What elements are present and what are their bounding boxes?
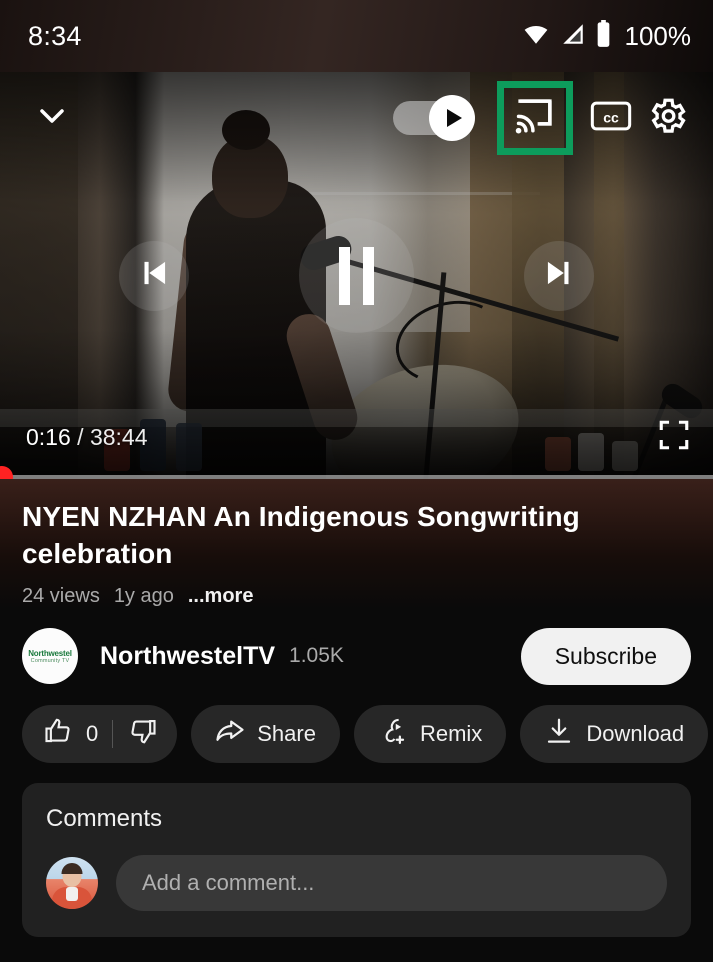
remix-label: Remix [419,720,483,746]
next-video-button[interactable] [524,240,594,311]
thumbs-up-icon [44,716,74,752]
previous-video-button[interactable] [119,240,189,311]
view-count-label: 24 views [22,584,100,607]
youtube-video-watch-screen: 8:34 100% cc 0:16 / 38:44 NYEN NZHAN An … [0,0,713,962]
upload-age-label: 1y ago [113,584,174,607]
like-dislike-pill: 0 [22,704,178,763]
collapse-player-button[interactable] [24,90,80,146]
remix-icon [378,716,408,752]
channel-avatar-logo-secondary: Community TV [30,657,70,664]
video-progress-bar[interactable] [0,466,713,479]
battery-icon [595,19,612,53]
time-separator: / [77,424,84,450]
status-bar-indicators: 100% [521,19,692,53]
svg-text:cc: cc [603,109,619,125]
dislike-button[interactable] [127,716,157,752]
pill-divider [112,719,114,748]
pause-icon [339,246,374,305]
total-time-label: 38:44 [89,424,148,450]
channel-avatar[interactable]: Northwestel Community TV [22,628,78,685]
play-icon [447,109,462,127]
download-icon [544,716,574,752]
fullscreen-icon [657,420,691,456]
video-title: NYEN NZHAN An Indigenous Songwriting cel… [22,501,580,569]
current-time-label: 0:16 [26,424,71,450]
show-more-link[interactable]: ...more [188,585,254,608]
cast-icon [514,95,556,142]
video-player[interactable]: cc 0:16 / 38:44 [0,72,713,479]
video-details-panel: NYEN NZHAN An Indigenous Songwriting cel… [0,479,713,962]
player-time-display: 0:16 / 38:44 [26,424,148,451]
share-button[interactable]: Share [191,704,340,763]
share-icon [215,716,245,752]
autoplay-knob [429,95,475,141]
skip-previous-icon [135,254,173,297]
pause-button[interactable] [299,218,414,333]
like-button[interactable]: 0 [44,716,98,752]
gear-icon [646,95,688,142]
channel-row: Northwestel Community TV NorthwestelTV 1… [0,608,713,685]
share-label: Share [257,720,316,746]
comment-compose-row [46,854,667,911]
chevron-down-icon [32,96,72,141]
channel-avatar-logo-primary: Northwestel [28,648,72,658]
captions-button[interactable]: cc [583,90,639,146]
player-top-controls: cc [0,72,713,164]
channel-name[interactable]: NorthwestelTV [100,642,275,671]
video-stats-row[interactable]: 24 views 1y ago ...more [22,585,691,608]
comments-section[interactable]: Comments [22,782,691,937]
add-comment-input[interactable] [116,854,667,911]
cellular-signal-icon [560,21,586,52]
subscribe-button[interactable]: Subscribe [520,627,691,685]
thumbs-down-icon [127,716,157,752]
like-count-label: 0 [86,720,99,746]
download-button[interactable]: Download [520,704,709,763]
skip-next-icon [540,254,578,297]
android-status-bar: 8:34 100% [0,0,713,72]
video-metadata[interactable]: NYEN NZHAN An Indigenous Songwriting cel… [0,479,713,608]
status-bar-clock: 8:34 [28,20,82,51]
comments-heading: Comments [46,804,163,832]
cast-button[interactable] [497,81,573,155]
channel-subscriber-count: 1.05K [289,644,344,668]
user-avatar[interactable] [46,856,98,909]
battery-percent-label: 100% [624,20,692,51]
download-label: Download [586,720,685,746]
remix-button[interactable]: Remix [353,704,507,763]
closed-captions-icon: cc [590,99,632,138]
player-bottom-bar: 0:16 / 38:44 [0,418,713,457]
wifi-icon [521,21,551,52]
autoplay-toggle[interactable] [393,95,475,141]
video-action-row: 0 Share Remix Download [0,685,713,763]
fullscreen-button[interactable] [657,418,691,457]
settings-button[interactable] [639,90,695,146]
